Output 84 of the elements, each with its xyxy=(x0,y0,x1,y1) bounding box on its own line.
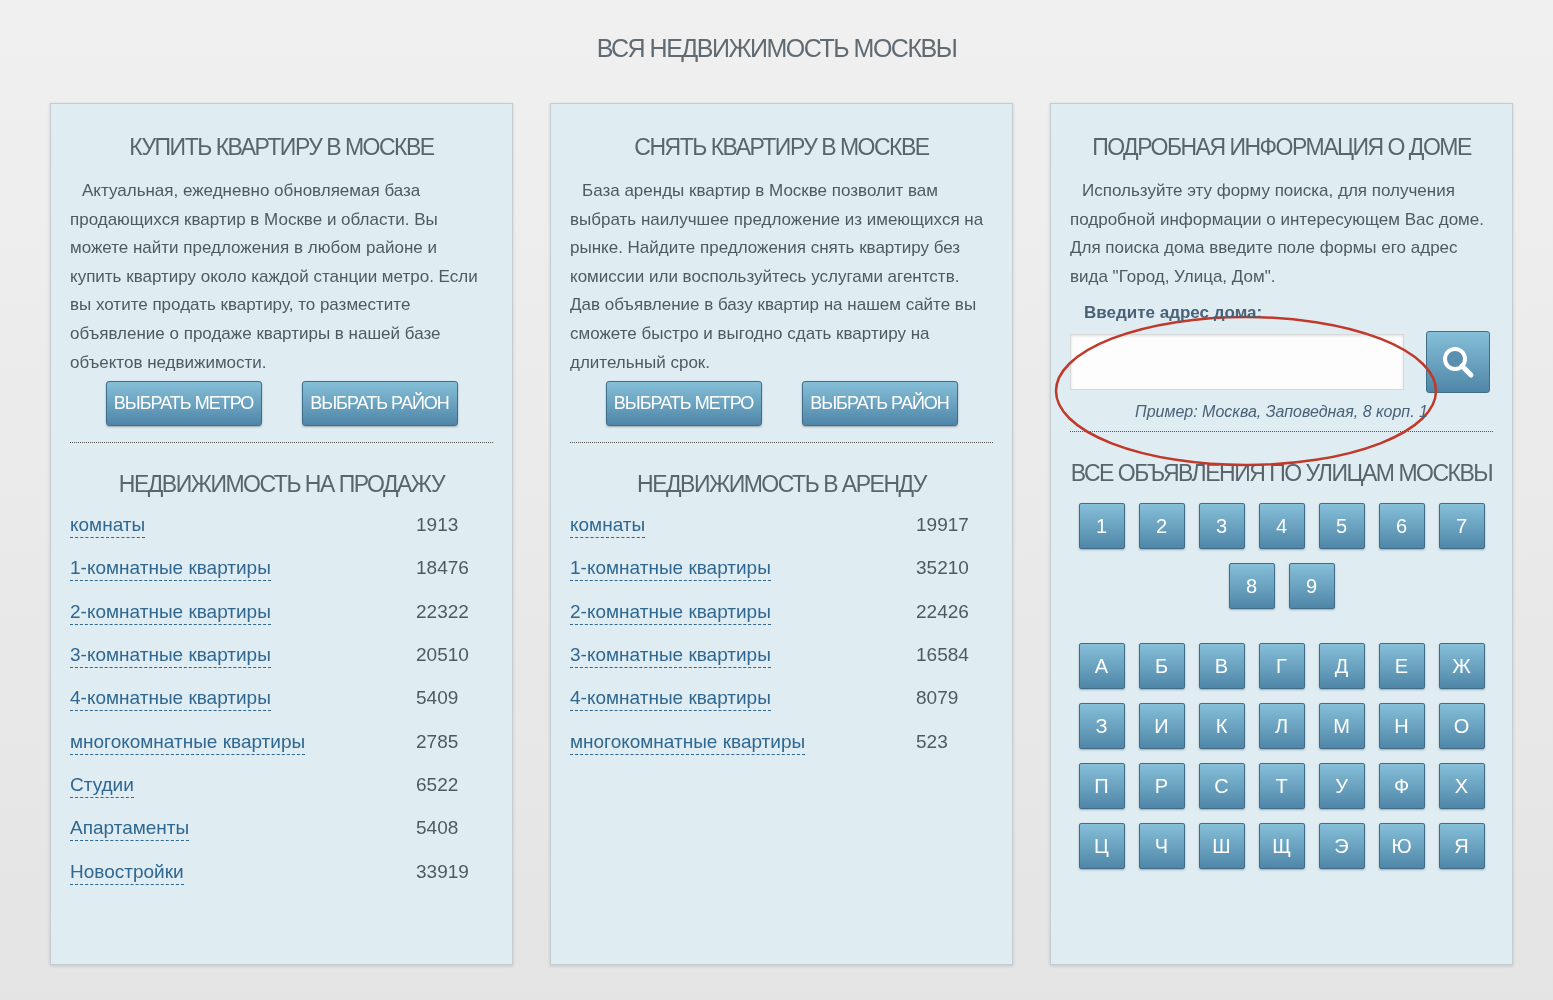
letter-key[interactable]: Ю xyxy=(1378,823,1425,870)
letter-key[interactable]: Э xyxy=(1318,823,1365,870)
category-link[interactable]: Студии xyxy=(70,773,134,798)
listing-count: 22426 xyxy=(916,600,969,623)
letter-key[interactable]: З xyxy=(1078,703,1125,750)
listing-count: 16584 xyxy=(916,644,969,667)
category-link[interactable]: 2-комнатные квартиры xyxy=(570,600,771,625)
letter-key[interactable]: Ф xyxy=(1378,763,1425,810)
address-field[interactable] xyxy=(1070,334,1404,391)
category-link[interactable]: Новостройки xyxy=(70,860,184,885)
panel-title: ПОДРОБНАЯ ИНФОРМАЦИЯ О ДОМЕ xyxy=(1091,134,1473,161)
select-button[interactable]: ВЫБРАТЬ РАЙОН xyxy=(801,381,958,427)
letter-key[interactable]: Г xyxy=(1258,643,1305,690)
digit-key[interactable]: 7 xyxy=(1438,503,1485,550)
section-title: ВСЕ ОБЪЯВЛЕНИЯ ПО УЛИЦАМ МОСКВЫ xyxy=(1070,460,1493,488)
listing-count: 523 xyxy=(916,730,948,753)
letter-key[interactable]: К xyxy=(1198,703,1245,750)
letter-key[interactable]: Ц xyxy=(1078,823,1125,870)
letter-key[interactable]: Х xyxy=(1438,763,1485,810)
category-link[interactable]: 3-комнатные квартиры xyxy=(70,644,271,669)
digit-key[interactable]: 4 xyxy=(1258,503,1305,550)
letter-key[interactable]: Н xyxy=(1378,703,1425,750)
letter-key[interactable]: У xyxy=(1318,763,1365,810)
letter-key[interactable]: Ш xyxy=(1198,823,1245,870)
select-button[interactable]: ВЫБРАТЬ МЕТРО xyxy=(105,381,262,427)
letter-key[interactable]: Б xyxy=(1138,643,1185,690)
listing-count: 19917 xyxy=(916,514,969,537)
section-title: НЕДВИЖИМОСТЬ В АРЕНДУ xyxy=(636,471,928,499)
panel-title: СНЯТЬ КВАРТИРУ В МОСКВЕ xyxy=(633,134,930,161)
letter-key[interactable]: М xyxy=(1318,703,1365,750)
listing-count: 22322 xyxy=(416,600,469,623)
category-link[interactable]: 1-комнатные квартиры xyxy=(570,557,771,582)
search-icon xyxy=(1441,345,1475,380)
category-link[interactable]: 1-комнатные квартиры xyxy=(70,557,271,582)
listing-count: 20510 xyxy=(416,644,469,667)
letter-key[interactable]: П xyxy=(1078,763,1125,810)
letter-key[interactable]: И xyxy=(1138,703,1185,750)
panel-description: Используйте эту форму поиска, для получения подробной информации о интересующем Вас доме. Для поиска дома введите поле формы его адрес вида "Город, Улица, Дом". xyxy=(1070,180,1485,288)
category-link[interactable]: комнаты xyxy=(570,514,646,539)
listing-count: 2785 xyxy=(416,730,459,753)
listing-count: 35210 xyxy=(916,557,969,580)
select-button[interactable]: ВЫБРАТЬ МЕТРО xyxy=(605,381,762,427)
letter-key[interactable]: Л xyxy=(1258,703,1305,750)
letter-key[interactable]: Р xyxy=(1138,763,1185,810)
category-link[interactable]: Апартаменты xyxy=(70,817,190,842)
category-link[interactable]: 4-комнатные квартиры xyxy=(70,687,271,712)
letter-key[interactable]: Ч xyxy=(1138,823,1185,870)
category-link[interactable]: многокомнатные квартиры xyxy=(570,730,806,755)
category-link[interactable]: комнаты xyxy=(70,514,146,539)
listing-count: 5408 xyxy=(416,817,459,840)
category-link[interactable]: 3-комнатные квартиры xyxy=(570,644,771,669)
letter-key[interactable]: Д xyxy=(1318,643,1365,690)
digit-key[interactable]: 1 xyxy=(1078,503,1125,550)
category-link[interactable]: многокомнатные квартиры xyxy=(70,730,306,755)
letter-key[interactable]: Щ xyxy=(1258,823,1305,870)
page-title: ВСЯ НЕДВИЖИМОСТЬ МОСКВЫ xyxy=(595,33,958,64)
listing-count: 8079 xyxy=(916,687,959,710)
listing-count: 33919 xyxy=(416,860,469,883)
panel-title: КУПИТЬ КВАРТИРУ В МОСКВЕ xyxy=(128,134,435,161)
digit-key[interactable]: 8 xyxy=(1228,563,1275,610)
listing-count: 1913 xyxy=(416,514,459,537)
letter-key[interactable]: О xyxy=(1438,703,1485,750)
panel-description: База аренды квартир в Москве позволит вам выбрать наилучшее предложение из имеющихся на рынке. Найдите предложения снять квартиру без комиссии или воспользуйтесь услугами агентств. Дав объявление в базу квартир на нашем сайте вы сможете быстро и выгодно сдать квартиру на длительный срок. xyxy=(570,180,985,374)
letter-key[interactable]: С xyxy=(1198,763,1245,810)
section-title: НЕДВИЖИМОСТЬ НА ПРОДАЖУ xyxy=(117,471,446,499)
letter-key[interactable]: В xyxy=(1198,643,1245,690)
digit-key[interactable]: 9 xyxy=(1288,563,1335,610)
letter-key[interactable]: Е xyxy=(1378,643,1425,690)
digit-key[interactable]: 5 xyxy=(1318,503,1365,550)
digit-key[interactable]: 2 xyxy=(1138,503,1185,550)
category-link[interactable]: 2-комнатные квартиры xyxy=(70,600,271,625)
select-button[interactable]: ВЫБРАТЬ РАЙОН xyxy=(301,381,458,427)
panel-description: Актуальная, ежедневно обновляемая база продающихся квартир в Москве и области. Вы можете найти предложения в любом районе и купить квартиру около каждой станции метро. Если вы хотите продать квартиру, то разместите объявление о продаже квартиры в нашей базе объектов недвижимости. xyxy=(70,180,479,374)
listing-count: 18476 xyxy=(416,557,469,580)
search-button[interactable] xyxy=(1426,331,1490,394)
letter-key[interactable]: А xyxy=(1078,643,1125,690)
listing-count: 6522 xyxy=(416,773,459,796)
letter-key[interactable]: Ж xyxy=(1438,643,1485,690)
listing-count: 5409 xyxy=(416,687,459,710)
category-link[interactable]: 4-комнатные квартиры xyxy=(570,687,771,712)
letter-key[interactable]: Я xyxy=(1438,823,1485,870)
letter-key[interactable]: Т xyxy=(1258,763,1305,810)
digit-key[interactable]: 3 xyxy=(1198,503,1245,550)
digit-key[interactable]: 6 xyxy=(1378,503,1425,550)
